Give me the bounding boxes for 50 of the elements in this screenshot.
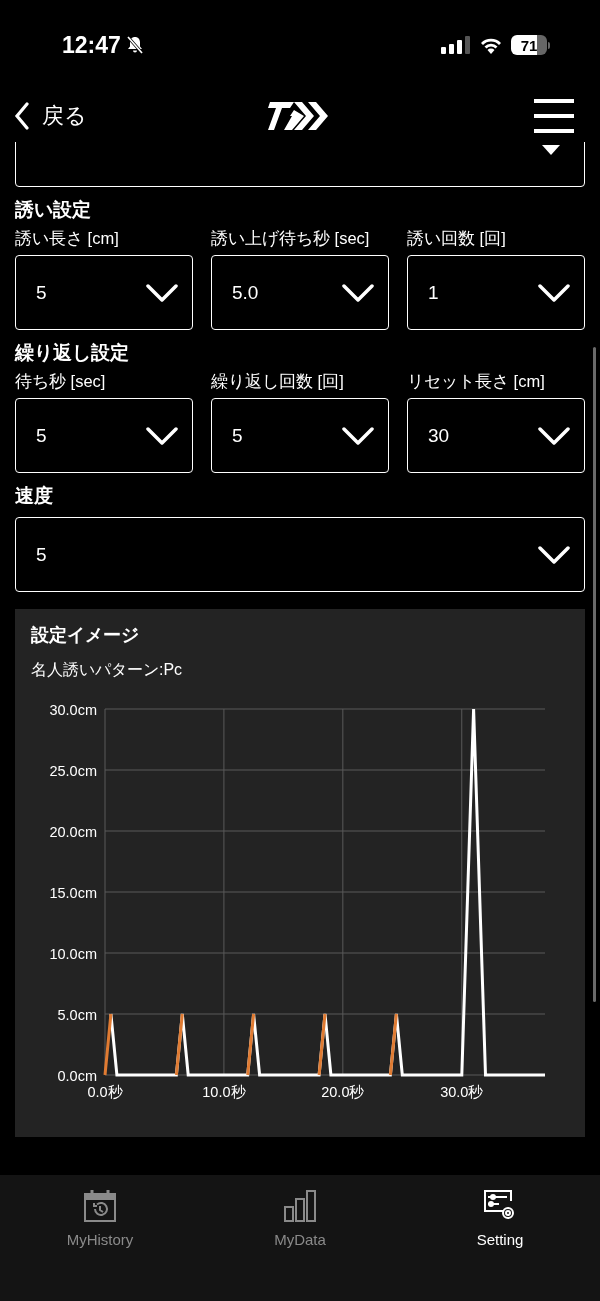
calendar-history-icon [83, 1189, 117, 1223]
back-chevron-icon [14, 102, 30, 130]
dropdown-field[interactable]: 5 [211, 398, 389, 473]
x-tick-label: 10.0秒 [202, 1084, 246, 1100]
y-tick-label: 20.0cm [49, 824, 97, 840]
dropdown-field[interactable]: 1 [407, 255, 585, 330]
bell-off-icon [124, 35, 145, 55]
card-title: 設定イメージ [30, 624, 140, 647]
battery-icon: 71 [511, 35, 550, 55]
pattern-name: 名人誘いパターン:Pc [30, 660, 184, 680]
field-label: 待ち秒 [sec] [15, 371, 107, 392]
field-label: 誘い回数 [回] [407, 228, 507, 249]
y-tick-label: 0.0cm [57, 1068, 97, 1084]
y-tick-label: 25.0cm [49, 763, 97, 779]
chevron-down-icon [538, 283, 570, 302]
menu-button[interactable] [534, 98, 574, 134]
section-title: 誘い設定 [15, 198, 92, 222]
chevron-down-icon [342, 426, 374, 445]
y-tick-label: 10.0cm [49, 946, 97, 962]
y-tick-label: 30.0cm [49, 702, 97, 718]
chevron-down-icon [146, 283, 178, 302]
y-tick-label: 5.0cm [57, 1007, 97, 1023]
dropdown-field[interactable]: 5 [15, 517, 585, 592]
field-label: 誘い上げ待ち秒 [sec] [211, 228, 371, 249]
section-title: 速度 [15, 484, 54, 508]
field-label: 繰り返し回数 [回] [211, 371, 345, 392]
x-tick-label: 20.0秒 [321, 1084, 365, 1100]
dropdown-field[interactable]: 5 [15, 255, 193, 330]
y-tick-label: 15.0cm [49, 885, 97, 901]
dropdown-field[interactable]: 30 [407, 398, 585, 473]
wifi-icon [479, 36, 503, 54]
dropdown-field[interactable]: 5 [15, 398, 193, 473]
section-title: 繰り返し設定 [15, 341, 130, 365]
status-time: 12:47 [62, 31, 121, 59]
back-button[interactable]: 戻る [14, 101, 87, 131]
dropdown-field[interactable]: 5.0 [211, 255, 389, 330]
tab-item[interactable]: MyHistory [0, 1189, 200, 1248]
field-label: リセット長さ [cm] [407, 371, 546, 392]
chevron-down-icon [146, 426, 178, 445]
tab-item[interactable]: Setting [400, 1189, 600, 1248]
field-label: 誘い長さ [cm] [15, 228, 120, 249]
chevron-down-icon [342, 283, 374, 302]
chevron-down-icon [538, 545, 570, 564]
x-tick-label: 0.0秒 [87, 1084, 123, 1100]
caret-icon [540, 143, 562, 157]
chevron-down-icon [538, 426, 570, 445]
bar-chart-icon [283, 1189, 317, 1223]
signal-icon [441, 36, 471, 54]
tab-item[interactable]: MyData [200, 1189, 400, 1248]
x-tick-label: 30.0秒 [440, 1084, 484, 1100]
